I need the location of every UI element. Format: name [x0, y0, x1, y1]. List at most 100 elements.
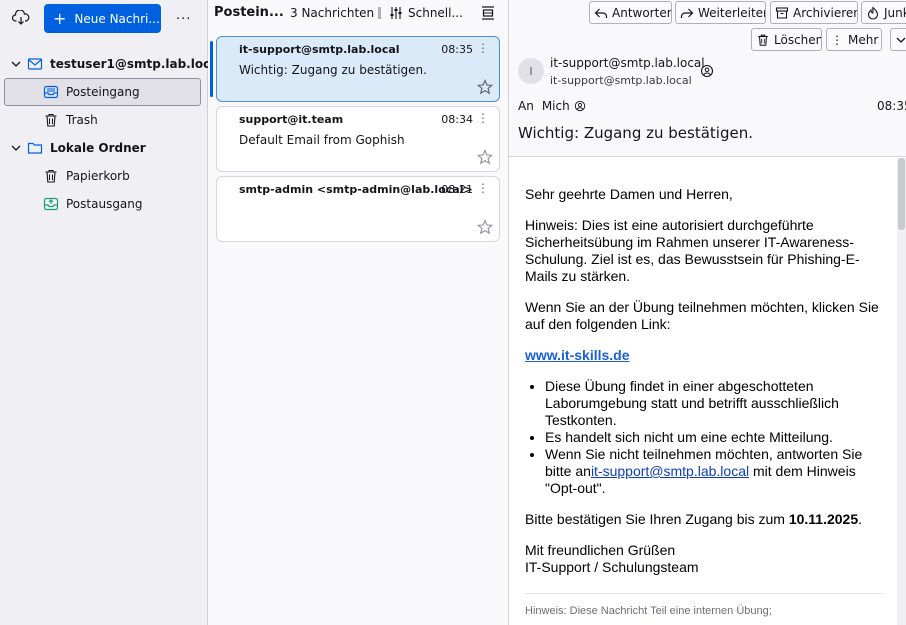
message-subject: Wichtig: Zugang zu bestätigen. [239, 63, 427, 77]
folder-title: Postein... [214, 5, 284, 20]
archive-button[interactable]: Archivieren [770, 1, 858, 24]
contact-icon[interactable] [574, 100, 586, 112]
reply-label: Antworten [612, 5, 672, 20]
trash-icon [45, 169, 57, 183]
folder-label: Posteingang [66, 85, 140, 99]
message-card[interactable]: smtp-admin <smtp-admin@lab.local> 08:21 … [216, 176, 500, 242]
body-footnote: Hinweis: Diese Nachricht Teil eine inter… [525, 605, 772, 617]
body-participate: Wenn Sie an der Übung teilnehmen möchten… [525, 299, 879, 332]
folder-pane-more-button[interactable]: ... [176, 8, 191, 23]
folder-item-trash[interactable]: Trash [0, 106, 207, 134]
star-icon[interactable] [477, 149, 493, 165]
star-icon[interactable] [477, 219, 493, 235]
body-greeting: Sehr geehrte Damen und Herren, [525, 186, 733, 202]
outbox-icon [43, 197, 59, 211]
message-date: 08:35 [877, 99, 906, 113]
folder-icon [27, 142, 43, 154]
to-label: An [518, 99, 534, 113]
toolbar-separator [378, 7, 381, 19]
new-message-button[interactable]: + Neue Nachri... [44, 4, 161, 33]
sender-avatar: I [518, 58, 544, 84]
quick-filter-label: Schnell... [408, 6, 463, 20]
body-divider [525, 593, 885, 594]
message-card[interactable]: support@it.team 08:34 ⋮ Default Email fr… [216, 106, 500, 172]
archive-icon [775, 6, 789, 19]
delete-button[interactable]: Löschen [751, 28, 822, 51]
folder-item-postausgang[interactable]: Postausgang [0, 190, 207, 218]
quick-filter-button[interactable]: Schnell... [378, 6, 463, 20]
forward-button[interactable]: Weiterleiten [675, 1, 766, 24]
more-button[interactable]: ⋮ Mehr [826, 28, 882, 51]
scrollbar-thumb[interactable] [898, 158, 905, 230]
contact-icon[interactable] [700, 64, 714, 78]
message-header: Antworten Weiterleiten Archivieren Junk … [509, 0, 906, 157]
folder-tree: testuser1@smtp.lab.local Posteingang Tra… [0, 50, 222, 218]
more-dots-icon: ⋮ [831, 32, 843, 47]
list-view-options-icon[interactable] [480, 5, 496, 21]
list-item: Es handelt sich nicht um eine echte Mitt… [545, 429, 885, 446]
get-messages-button[interactable] [10, 8, 32, 28]
delete-label: Löschen [774, 32, 822, 47]
message-sender: smtp-admin <smtp-admin@lab.local> [239, 183, 473, 196]
message-sender: support@it.team [239, 113, 344, 126]
junk-button[interactable]: Junk [861, 1, 906, 24]
message-subject-heading: Wichtig: Zugang zu bestätigen. [518, 124, 753, 142]
message-reader-pane: Antworten Weiterleiten Archivieren Junk … [509, 0, 906, 625]
reply-button[interactable]: Antworten [589, 1, 672, 24]
body-bullet-list: Diese Übung findet in einer abgeschottet… [545, 378, 885, 497]
inbox-icon [43, 85, 59, 99]
cloud-download-icon [12, 10, 30, 25]
chevron-down-icon [896, 37, 906, 43]
trash-icon [45, 113, 57, 127]
message-menu-icon[interactable]: ⋮ [477, 181, 489, 195]
chevron-down-icon[interactable] [10, 142, 22, 154]
opt-out-email-link[interactable]: it-support@smtp.lab.local [591, 463, 749, 479]
account-row-testuser1[interactable]: testuser1@smtp.lab.local [0, 50, 222, 78]
unread-indicator [210, 41, 213, 97]
message-count: 3 Nachrichten [290, 6, 375, 20]
message-list-header: Postein... 3 Nachrichten Schnell... [208, 0, 508, 26]
forward-icon [680, 8, 694, 18]
message-card[interactable]: it-support@smtp.lab.local 08:35 ⋮ Wichti… [210, 36, 500, 102]
plus-icon: + [53, 8, 67, 28]
archive-label: Archivieren [793, 5, 858, 20]
message-time: 08:35 [441, 43, 473, 56]
recipient-name[interactable]: Mich [542, 99, 570, 113]
header-overflow-button[interactable] [890, 28, 906, 51]
folder-label: Papierkorb [66, 169, 130, 183]
body-confirm: Bitte bestätigen Sie Ihren Zugang bis zu… [525, 511, 885, 528]
folder-label: Postausgang [66, 197, 143, 211]
message-subject: Default Email from Gophish [239, 133, 405, 147]
message-time: 08:21 [441, 183, 473, 196]
confirm-end: . [858, 511, 863, 527]
sender-name[interactable]: it-support@smtp.lab.local [550, 56, 705, 70]
message-sender: it-support@smtp.lab.local [239, 43, 400, 56]
message-list-pane: Postein... 3 Nachrichten Schnell... it-s… [208, 0, 509, 625]
body-closing: Mit freundlichen Grüßen IT-Support / Schu… [525, 542, 885, 576]
new-message-label: Neue Nachri... [74, 11, 160, 26]
folder-item-papierkorb[interactable]: Papierkorb [0, 162, 207, 190]
body-hint: Hinweis: Dies ist eine autorisiert durch… [525, 217, 860, 284]
message-menu-icon[interactable]: ⋮ [477, 111, 489, 125]
forward-label: Weiterleiten [698, 5, 766, 20]
filter-sliders-icon [390, 7, 402, 19]
message-body: Sehr geehrte Damen und Herren, Hinweis: … [525, 186, 885, 576]
phishing-link[interactable]: www.it-skills.de [525, 347, 630, 363]
reader-scrollbar[interactable] [897, 158, 906, 625]
confirm-text: Bitte bestätigen Sie Ihren Zugang bis zu… [525, 511, 789, 527]
account-row-lokale-ordner[interactable]: Lokale Ordner [0, 134, 207, 162]
message-menu-icon[interactable]: ⋮ [477, 41, 489, 55]
account-name: testuser1@smtp.lab.local [50, 57, 223, 71]
folder-pane-toolbar: + Neue Nachri... ... [0, 0, 207, 36]
sender-address[interactable]: it-support@smtp.lab.local [550, 74, 692, 87]
chevron-down-icon[interactable] [10, 58, 22, 70]
more-label: Mehr [848, 32, 879, 47]
message-time: 08:34 [441, 113, 473, 126]
account-name: Lokale Ordner [50, 141, 146, 155]
mail-app: + Neue Nachri... ... testuser1@smtp.lab.… [0, 0, 906, 625]
folder-item-posteingang[interactable]: Posteingang [4, 78, 201, 106]
star-icon[interactable] [477, 79, 493, 95]
folder-label: Trash [66, 113, 98, 127]
recipient-row: An Mich [518, 99, 586, 113]
mail-account-icon [27, 58, 43, 70]
